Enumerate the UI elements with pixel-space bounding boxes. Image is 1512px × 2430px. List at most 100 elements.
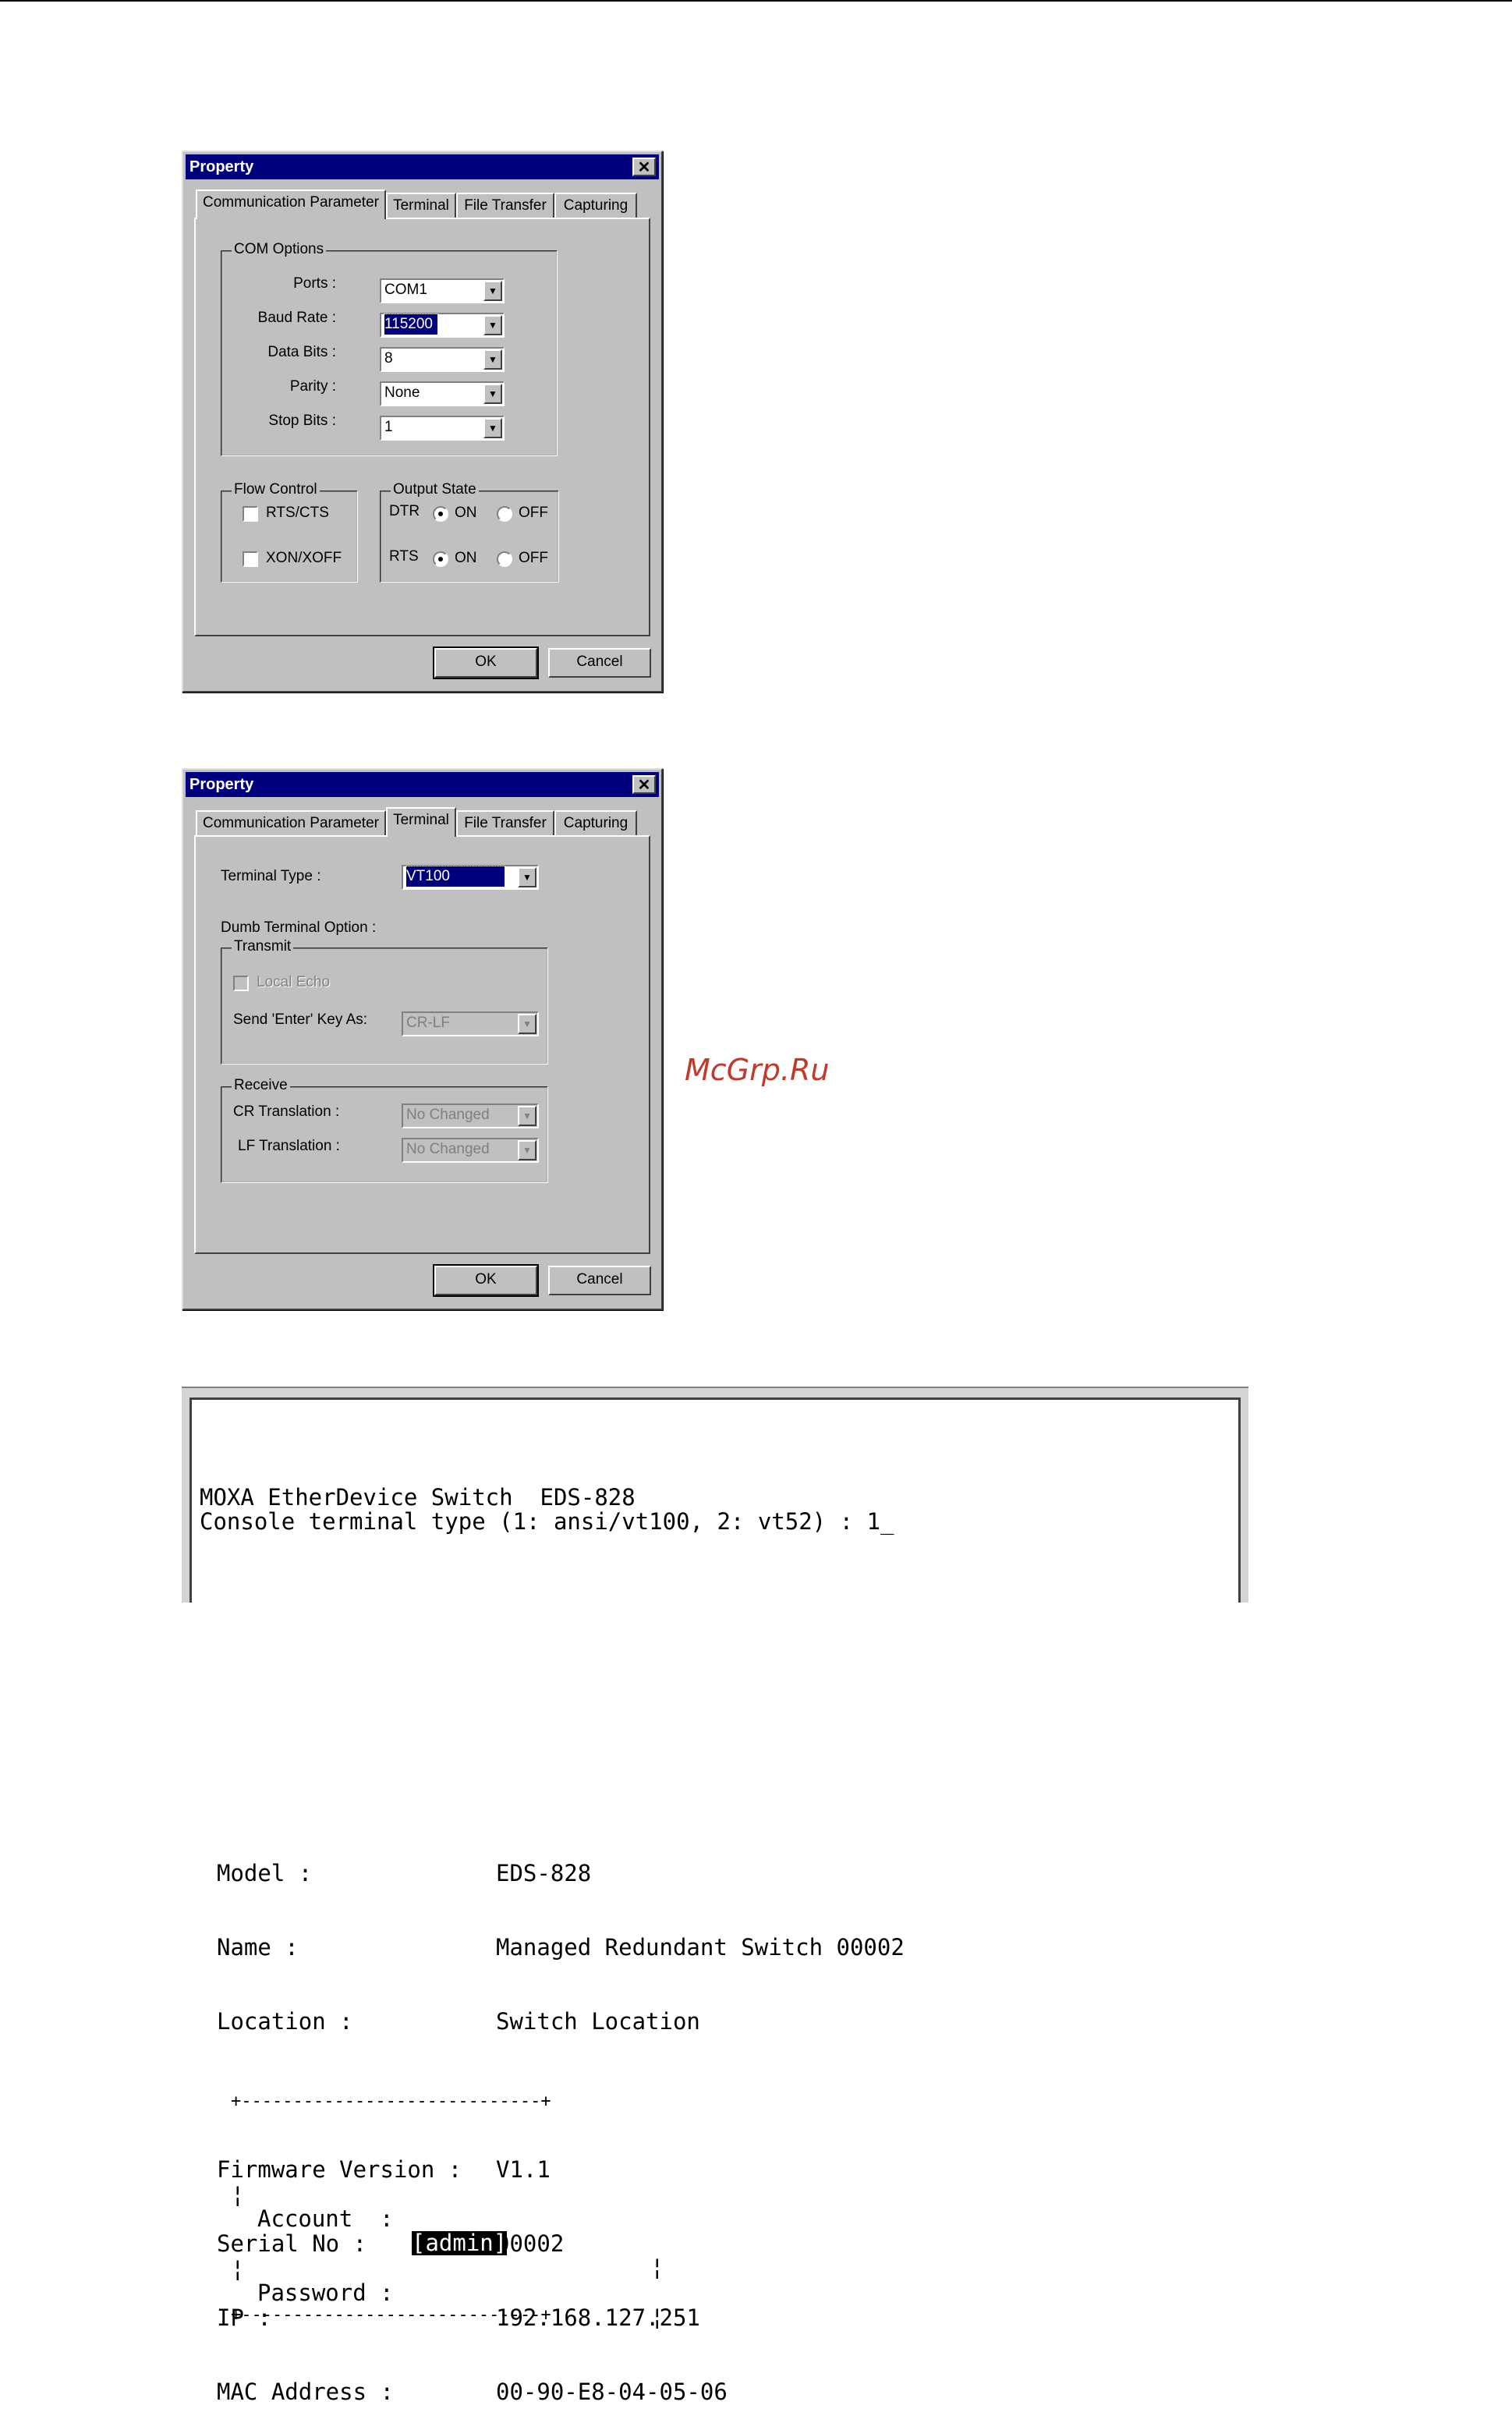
rts-on-radio[interactable] — [433, 551, 448, 567]
data-bits-value: 8 — [384, 350, 393, 367]
transmit-label: Transmit — [232, 938, 294, 955]
send-enter-select[interactable]: CR-LF ▼ — [402, 1011, 539, 1036]
property-dialog-communication: Property ✕ Communication Parameter Termi… — [182, 151, 663, 693]
dialog-titlebar: Property ✕ — [186, 154, 659, 179]
tab-terminal[interactable]: Terminal — [386, 193, 456, 218]
cr-translation-select[interactable]: No Changed ▼ — [402, 1103, 539, 1128]
info-row: Name : Managed Redundant Switch 00002 — [217, 1936, 905, 1961]
tab-panel: Terminal Type : VT100 ▼ Dumb Terminal Op… — [194, 835, 650, 1254]
rts-cts-checkbox[interactable] — [243, 506, 258, 522]
dialog-title: Property — [189, 158, 254, 175]
tab-communication-parameter[interactable]: Communication Parameter — [196, 190, 386, 219]
account-label: Account : — [257, 2205, 394, 2232]
account-row: ¦ Account : [admin] ¦ — [231, 2181, 664, 2280]
send-enter-value: CR-LF — [406, 1015, 450, 1031]
terminal-type-label: Terminal Type : — [221, 868, 321, 884]
info-key: Model : — [217, 1860, 313, 1886]
tab-terminal[interactable]: Terminal — [386, 807, 456, 837]
info-value: 00-90-E8-04-05-06 — [496, 2379, 728, 2405]
output-state-label: Output State — [391, 481, 479, 498]
lf-translation-select[interactable]: No Changed ▼ — [402, 1138, 539, 1163]
info-key: MAC Address : — [217, 2379, 394, 2405]
rts-cts-label: RTS/CTS — [266, 505, 329, 521]
rts-off-radio[interactable] — [497, 551, 512, 567]
password-row: ¦ Password : ¦ — [231, 2255, 664, 2330]
chevron-down-icon[interactable]: ▼ — [518, 1106, 536, 1126]
chevron-down-icon[interactable]: ▼ — [483, 281, 502, 301]
baud-rate-value: 115200 — [384, 313, 438, 335]
property-dialog-terminal: Property ✕ Communication Parameter Termi… — [182, 768, 663, 1310]
transmit-group: Transmit Local Echo Send 'Enter' Key As:… — [221, 938, 548, 1064]
dtr-on-radio[interactable] — [433, 506, 448, 522]
info-value: Switch Location — [496, 2008, 700, 2035]
info-key: Location : — [217, 2008, 353, 2035]
dtr-off-radio[interactable] — [497, 506, 512, 522]
chevron-down-icon[interactable]: ▼ — [483, 418, 502, 438]
data-bits-label: Data Bits : — [267, 344, 336, 360]
close-icon[interactable]: ✕ — [632, 775, 656, 794]
terminal-line-1: MOXA EtherDevice Switch EDS-828 — [200, 1484, 636, 1511]
info-key: Name : — [217, 1934, 299, 1961]
lf-translation-label: LF Translation : — [238, 1138, 340, 1154]
rts-off-label: OFF — [519, 550, 548, 566]
cancel-button[interactable]: Cancel — [548, 1266, 651, 1295]
tab-capturing[interactable]: Capturing — [554, 193, 637, 218]
terminal-line-2: Console terminal type (1: ansi/vt100, 2:… — [200, 1508, 894, 1535]
terminal-type-select[interactable]: VT100 ▼ — [402, 865, 539, 890]
tab-communication-parameter[interactable]: Communication Parameter — [196, 810, 386, 835]
cr-translation-value: No Changed — [406, 1107, 490, 1123]
watermark: McGrp.Ru — [685, 1053, 830, 1087]
terminal-window: MOXA EtherDevice Switch EDS-828 Console … — [182, 1387, 1248, 1603]
ok-button[interactable]: OK — [433, 1264, 539, 1297]
dtr-off-label: OFF — [519, 505, 548, 521]
chevron-down-icon[interactable]: ▼ — [483, 384, 502, 404]
dtr-on-label: ON — [455, 505, 477, 521]
chevron-down-icon[interactable]: ▼ — [483, 315, 502, 335]
output-state-group: Output State DTR ON OFF RTS ON OFF — [380, 481, 559, 583]
dialog-titlebar: Property ✕ — [186, 772, 659, 797]
info-row: MAC Address : 00-90-E8-04-05-06 — [217, 2380, 728, 2406]
terminal-type-value: VT100 — [405, 866, 505, 887]
top-rule — [0, 0, 1512, 2]
info-row: Model : EDS-828 — [217, 1861, 591, 1887]
com-options-group: COM Options Ports : COM1 ▼ Baud Rate : 1… — [221, 241, 558, 456]
close-icon[interactable]: ✕ — [632, 158, 656, 176]
tab-file-transfer[interactable]: File Transfer — [456, 810, 554, 835]
chevron-down-icon[interactable]: ▼ — [518, 1140, 536, 1160]
password-label: Password : — [257, 2279, 394, 2306]
local-echo-checkbox[interactable] — [233, 976, 249, 991]
send-enter-label: Send 'Enter' Key As: — [233, 1011, 368, 1028]
receive-group: Receive CR Translation : No Changed ▼ LF… — [221, 1077, 548, 1183]
chevron-down-icon[interactable]: ▼ — [518, 1014, 536, 1034]
parity-value: None — [384, 384, 420, 401]
terminal-screen[interactable]: MOXA EtherDevice Switch EDS-828 Console … — [189, 1397, 1241, 1603]
flow-control-group: Flow Control RTS/CTS XON/XOFF — [221, 481, 358, 583]
data-bits-select[interactable]: 8 ▼ — [380, 347, 505, 372]
ports-select[interactable]: COM1 ▼ — [380, 278, 505, 303]
parity-label: Parity : — [289, 378, 336, 395]
baud-rate-select[interactable]: 115200 ▼ — [380, 313, 505, 338]
com-options-label: COM Options — [232, 241, 327, 258]
local-echo-label: Local Echo — [257, 974, 331, 990]
dtr-label: DTR — [389, 503, 420, 519]
lf-translation-value: No Changed — [406, 1141, 490, 1157]
xon-xoff-label: XON/XOFF — [266, 550, 342, 566]
rts-label: RTS — [389, 548, 419, 565]
rts-on-label: ON — [455, 550, 477, 566]
ports-label: Ports : — [293, 275, 336, 292]
ok-button[interactable]: OK — [433, 646, 539, 679]
chevron-down-icon[interactable]: ▼ — [518, 867, 536, 887]
login-border-top: +-----------------------------+ — [231, 2092, 551, 2111]
stop-bits-select[interactable]: 1 ▼ — [380, 416, 505, 441]
dumb-terminal-option-label: Dumb Terminal Option : — [221, 919, 377, 936]
tab-capturing[interactable]: Capturing — [554, 810, 637, 835]
flow-control-label: Flow Control — [232, 481, 320, 498]
stop-bits-label: Stop Bits : — [268, 413, 336, 429]
cr-translation-label: CR Translation : — [233, 1103, 340, 1120]
cancel-button[interactable]: Cancel — [548, 648, 651, 678]
baud-rate-label: Baud Rate : — [257, 310, 336, 326]
tab-file-transfer[interactable]: File Transfer — [456, 193, 554, 218]
xon-xoff-checkbox[interactable] — [243, 551, 258, 567]
chevron-down-icon[interactable]: ▼ — [483, 349, 502, 370]
parity-select[interactable]: None ▼ — [380, 381, 505, 406]
